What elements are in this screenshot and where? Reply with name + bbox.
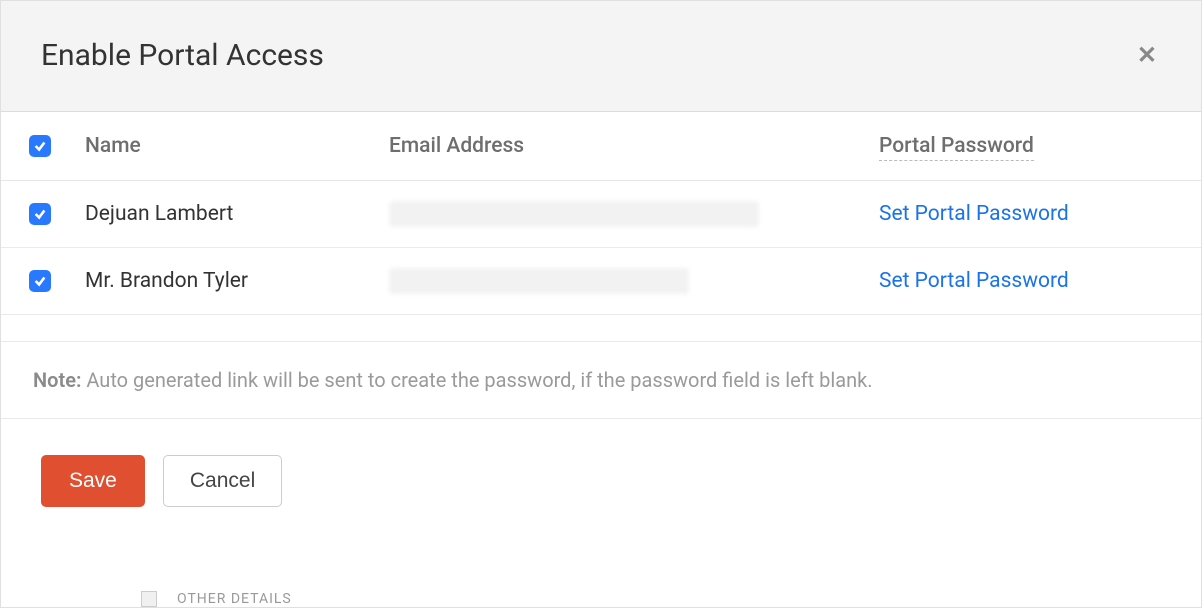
modal-header: Enable Portal Access ✕ xyxy=(1,1,1201,112)
modal-footer: Save Cancel xyxy=(1,419,1201,543)
table-header-row: Name Email Address Portal Password xyxy=(1,112,1201,181)
note-text: Auto generated link will be sent to crea… xyxy=(81,368,872,392)
enable-portal-modal: Enable Portal Access ✕ Name Email Addres… xyxy=(0,0,1202,608)
background-label: OTHER DETAILS xyxy=(177,591,292,607)
row-checkbox[interactable] xyxy=(29,270,51,292)
contact-name: Dejuan Lambert xyxy=(85,202,389,226)
modal-title: Enable Portal Access xyxy=(41,38,324,73)
column-header-email: Email Address xyxy=(389,134,879,158)
column-header-password: Portal Password xyxy=(879,134,1034,161)
close-icon[interactable]: ✕ xyxy=(1133,37,1161,73)
row-checkbox[interactable] xyxy=(29,203,51,225)
background-section: OTHER DETAILS xyxy=(141,591,292,607)
column-header-name: Name xyxy=(85,134,389,158)
note-section: Note: Auto generated link will be sent t… xyxy=(1,341,1201,419)
cancel-button[interactable]: Cancel xyxy=(163,455,282,507)
save-button[interactable]: Save xyxy=(41,455,145,507)
background-checkbox[interactable] xyxy=(141,591,157,607)
contact-email xyxy=(389,268,879,294)
note-label: Note: xyxy=(33,368,81,392)
select-all-checkbox[interactable] xyxy=(29,135,51,157)
table-row: Mr. Brandon Tyler Set Portal Password xyxy=(1,248,1201,315)
set-portal-password-link[interactable]: Set Portal Password xyxy=(879,269,1069,293)
email-redacted xyxy=(389,268,689,294)
contact-email xyxy=(389,201,879,227)
set-portal-password-link[interactable]: Set Portal Password xyxy=(879,202,1069,226)
table-row: Dejuan Lambert Set Portal Password xyxy=(1,181,1201,248)
email-redacted xyxy=(389,201,759,227)
contact-name: Mr. Brandon Tyler xyxy=(85,269,389,293)
